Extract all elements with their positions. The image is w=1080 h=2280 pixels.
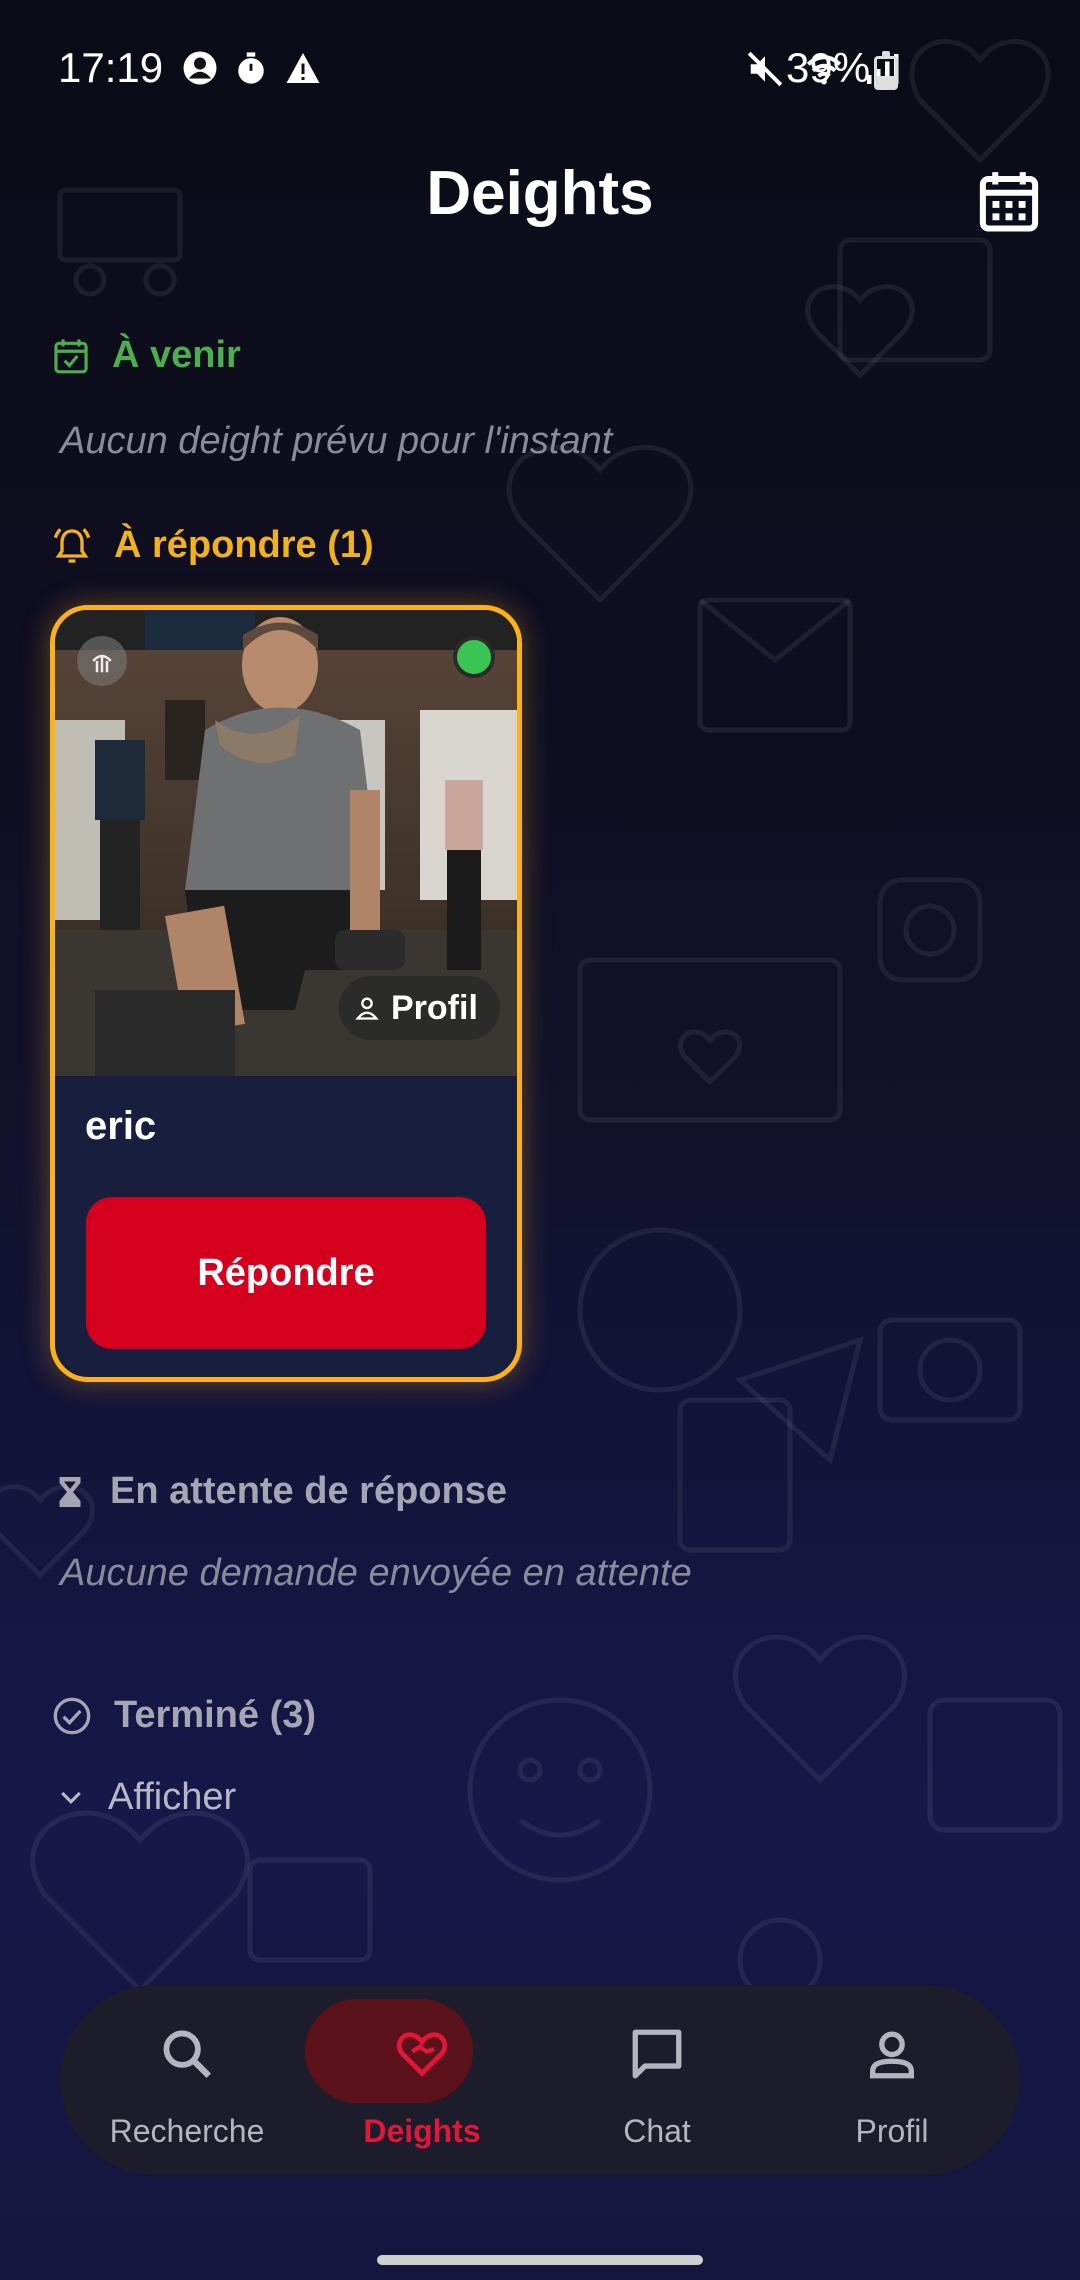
section-waiting-title: En attente de réponse	[110, 1470, 507, 1512]
calendar-icon	[979, 172, 1039, 232]
section-done-title: Terminé (3)	[114, 1694, 317, 1736]
nav-label-chat: Chat	[623, 2113, 691, 2149]
battery-percent: 39%	[786, 44, 871, 91]
calendar-check-icon	[54, 338, 88, 373]
battery-icon	[874, 51, 898, 90]
section-respond-header: À répondre (1)	[52, 524, 374, 567]
card-user-name: eric	[85, 1104, 157, 1148]
upcoming-empty-text: Aucun deight prévu pour l'instant	[60, 420, 613, 462]
section-waiting-header: En attente de réponse	[52, 1470, 507, 1513]
nav-item-profile[interactable]: Profil	[792, 1985, 992, 2175]
hourglass-icon	[59, 1476, 81, 1507]
chat-icon	[632, 2029, 682, 2079]
bottom-nav: Recherche Deights Chat Profil	[60, 1985, 1020, 2175]
view-profile-button[interactable]: Profil	[339, 976, 500, 1040]
nav-item-search[interactable]: Recherche	[87, 1985, 287, 2175]
status-time: 17:19	[58, 44, 164, 91]
section-upcoming-title: À venir	[112, 334, 241, 376]
section-done-header: Terminé (3)	[52, 1694, 316, 1737]
timer-icon	[238, 52, 264, 84]
section-upcoming-header: À venir	[52, 334, 241, 377]
heart-handshake-icon	[396, 2032, 448, 2077]
account-icon	[183, 51, 217, 85]
bell-icon	[53, 527, 91, 563]
mode-badge	[77, 636, 127, 686]
home-indicator[interactable]	[377, 2255, 703, 2265]
search-icon	[163, 2030, 211, 2078]
calendar-button[interactable]	[976, 168, 1042, 234]
nav-item-chat[interactable]: Chat	[557, 1985, 757, 2175]
reply-button[interactable]: Répondre	[86, 1197, 486, 1349]
person-icon	[870, 2031, 914, 2079]
section-respond-title: À répondre (1)	[114, 524, 374, 566]
waiting-empty-text: Aucune demande envoyée en attente	[60, 1552, 692, 1594]
show-done-label: Afficher	[108, 1776, 237, 1818]
chevron-down-icon	[61, 1791, 81, 1804]
person-icon	[355, 997, 379, 1020]
warning-icon	[286, 53, 320, 83]
nav-label-deights: Deights	[363, 2113, 481, 2149]
deight-card[interactable]: Profil eric Répondre	[50, 605, 522, 1382]
online-indicator	[453, 636, 495, 678]
check-circle-icon	[53, 1697, 91, 1734]
status-bar: 17:19 39%	[0, 0, 1080, 140]
mute-icon	[747, 51, 783, 87]
nav-label-search: Recherche	[109, 2113, 265, 2149]
hand-icon	[92, 654, 112, 673]
profile-chip-label: Profil	[391, 988, 478, 1027]
profile-photo[interactable]: Profil	[55, 610, 517, 1076]
nav-item-deights[interactable]: Deights	[305, 1985, 522, 2175]
nav-label-profile: Profil	[855, 2113, 929, 2149]
show-done-toggle[interactable]: Afficher	[56, 1776, 236, 1819]
page-title: Deights	[426, 159, 654, 228]
